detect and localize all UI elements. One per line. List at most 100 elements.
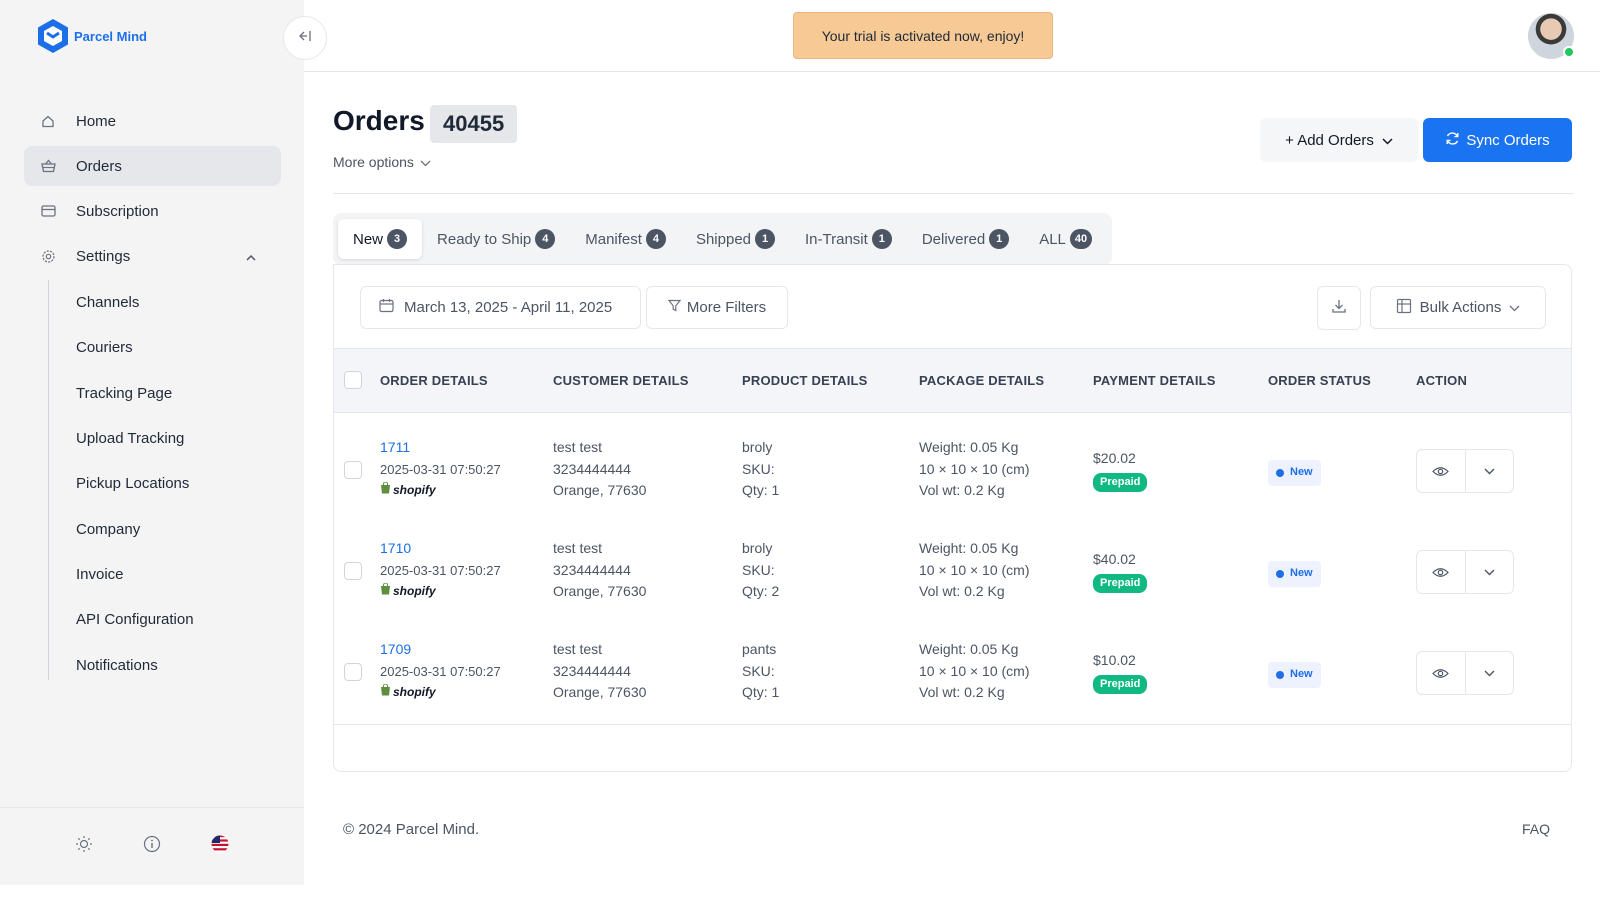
table-row: 1711 2025-03-31 07:50:27 shopify test te… (334, 420, 1571, 521)
order-id-link[interactable]: 1710 (380, 538, 501, 560)
orders-card: March 13, 2025 - April 11, 2025 More Fil… (333, 264, 1572, 772)
date-range-label: March 13, 2025 - April 11, 2025 (404, 299, 613, 316)
order-timestamp: 2025-03-31 07:50:27 (380, 663, 501, 679)
brand-logo[interactable]: Parcel Mind (36, 18, 147, 54)
chevron-up-icon[interactable] (245, 249, 257, 266)
chevron-down-icon (1484, 468, 1495, 474)
channel-label: shopify (393, 584, 436, 598)
customer-name: test test (553, 641, 603, 657)
view-order-button[interactable] (1417, 450, 1465, 492)
download-icon (1331, 298, 1347, 319)
sidebar-item-label: Settings (76, 247, 131, 265)
tab-all[interactable]: ALL 40 (1024, 219, 1107, 259)
sync-icon (1445, 131, 1460, 150)
sidebar-item-channels[interactable]: Channels (49, 280, 280, 325)
date-range-picker[interactable]: March 13, 2025 - April 11, 2025 (360, 286, 641, 329)
sidebar-collapse-button[interactable] (283, 16, 327, 60)
tab-shipped[interactable]: Shipped 1 (681, 219, 790, 259)
basket-icon (40, 158, 56, 174)
us-flag-icon[interactable] (210, 834, 230, 854)
sidebar-item-notifications[interactable]: Notifications (49, 642, 280, 687)
sidebar-item-settings[interactable]: Settings (24, 236, 281, 276)
sidebar-item-couriers[interactable]: Couriers (49, 325, 280, 370)
customer-location: Orange, 77630 (553, 482, 647, 498)
gear-icon (40, 248, 56, 264)
sidebar-item-home[interactable]: Home (24, 101, 281, 141)
tab-count-badge: 1 (755, 229, 776, 249)
package-vol-weight: Vol wt: 0.2 Kg (919, 482, 1005, 498)
tab-label: New (353, 230, 384, 248)
tab-count-badge: 4 (535, 229, 556, 249)
row-checkbox[interactable] (344, 562, 362, 580)
tab-label: Ready to Ship (437, 230, 532, 248)
channel-badge: shopify (380, 581, 501, 603)
tab-count-badge: 1 (989, 229, 1010, 249)
sidebar-item-company[interactable]: Company (49, 506, 280, 551)
payment-type-badge: Prepaid (1093, 472, 1148, 492)
collapse-left-icon (298, 29, 312, 47)
status-dot (1276, 670, 1284, 679)
sidebar-item-upload-tracking[interactable]: Upload Tracking (49, 416, 280, 461)
view-order-button[interactable] (1417, 652, 1465, 694)
sidebar-item-subscription[interactable]: Subscription (24, 191, 281, 231)
column-header: PACKAGE DETAILS (919, 373, 1045, 388)
column-header: CUSTOMER DETAILS (553, 373, 689, 388)
more-filters-label: More Filters (686, 299, 767, 316)
row-menu-button[interactable] (1464, 450, 1514, 492)
bulk-actions-label: Bulk Actions (1419, 299, 1502, 316)
order-id-link[interactable]: 1709 (380, 639, 501, 661)
status-badge: New (1268, 561, 1321, 587)
customer-location: Orange, 77630 (553, 583, 647, 599)
select-all-checkbox[interactable] (344, 371, 362, 389)
sidebar-item-label: Home (76, 112, 117, 130)
sidebar-item-api-configuration[interactable]: API Configuration (49, 597, 280, 642)
order-status-tabs: New 3 Ready to Ship 4 Manifest 4 Shipped… (333, 213, 1113, 265)
more-options-toggle[interactable]: More options (333, 154, 431, 170)
row-checkbox[interactable] (344, 663, 362, 681)
product-sku: SKU: (742, 662, 775, 679)
filter-icon (667, 299, 682, 316)
parcel-mind-logo-icon (38, 19, 68, 53)
sidebar-item-orders[interactable]: Orders (24, 146, 281, 186)
more-filters-button[interactable]: More Filters (646, 286, 788, 329)
column-header: ORDER STATUS (1268, 373, 1372, 388)
customer-name: test test (553, 439, 603, 455)
tab-manifest[interactable]: Manifest 4 (570, 219, 681, 259)
online-status-indicator (1563, 46, 1575, 58)
sidebar: Parcel Mind Home Orders Subscription Set… (0, 0, 304, 885)
sidebar-item-invoice[interactable]: Invoice (49, 552, 280, 597)
chevron-down-icon (1382, 132, 1393, 149)
chevron-down-icon (1484, 670, 1495, 676)
row-actions (1416, 449, 1514, 493)
row-checkbox[interactable] (344, 461, 362, 479)
tab-in-transit[interactable]: In-Transit 1 (790, 219, 907, 259)
tab-delivered[interactable]: Delivered 1 (907, 219, 1024, 259)
channel-label: shopify (393, 685, 436, 699)
more-options-label: More options (333, 154, 414, 170)
customer-phone: 3234444444 (553, 561, 631, 578)
customer-name: test test (553, 540, 603, 556)
info-icon[interactable] (142, 834, 162, 854)
tab-ready-to-ship[interactable]: Ready to Ship 4 (422, 219, 570, 259)
eye-icon (1432, 466, 1450, 476)
view-order-button[interactable] (1417, 551, 1465, 593)
brand-name: Parcel Mind (74, 28, 147, 44)
chevron-down-icon (1484, 569, 1495, 575)
sidebar-item-tracking-page[interactable]: Tracking Page (49, 371, 280, 416)
footer-faq-link[interactable]: FAQ (1522, 821, 1550, 837)
tab-new[interactable]: New 3 (338, 219, 423, 259)
order-id-link[interactable]: 1711 (380, 437, 501, 459)
row-menu-button[interactable] (1464, 652, 1514, 694)
sidebar-item-pickup-locations[interactable]: Pickup Locations (49, 461, 280, 506)
sync-orders-label: Sync Orders (1466, 131, 1550, 149)
header-divider (333, 193, 1573, 194)
tab-count-badge: 4 (645, 229, 666, 249)
download-button[interactable] (1317, 286, 1361, 330)
sync-orders-button[interactable]: Sync Orders (1423, 118, 1572, 162)
row-actions (1416, 651, 1514, 695)
bulk-actions-button[interactable]: Bulk Actions (1370, 286, 1546, 329)
add-orders-button[interactable]: + Add Orders (1260, 118, 1418, 162)
row-menu-button[interactable] (1464, 551, 1514, 593)
sun-icon[interactable] (74, 834, 94, 854)
package-dimensions: 10 × 10 × 10 (cm) (919, 662, 1030, 679)
